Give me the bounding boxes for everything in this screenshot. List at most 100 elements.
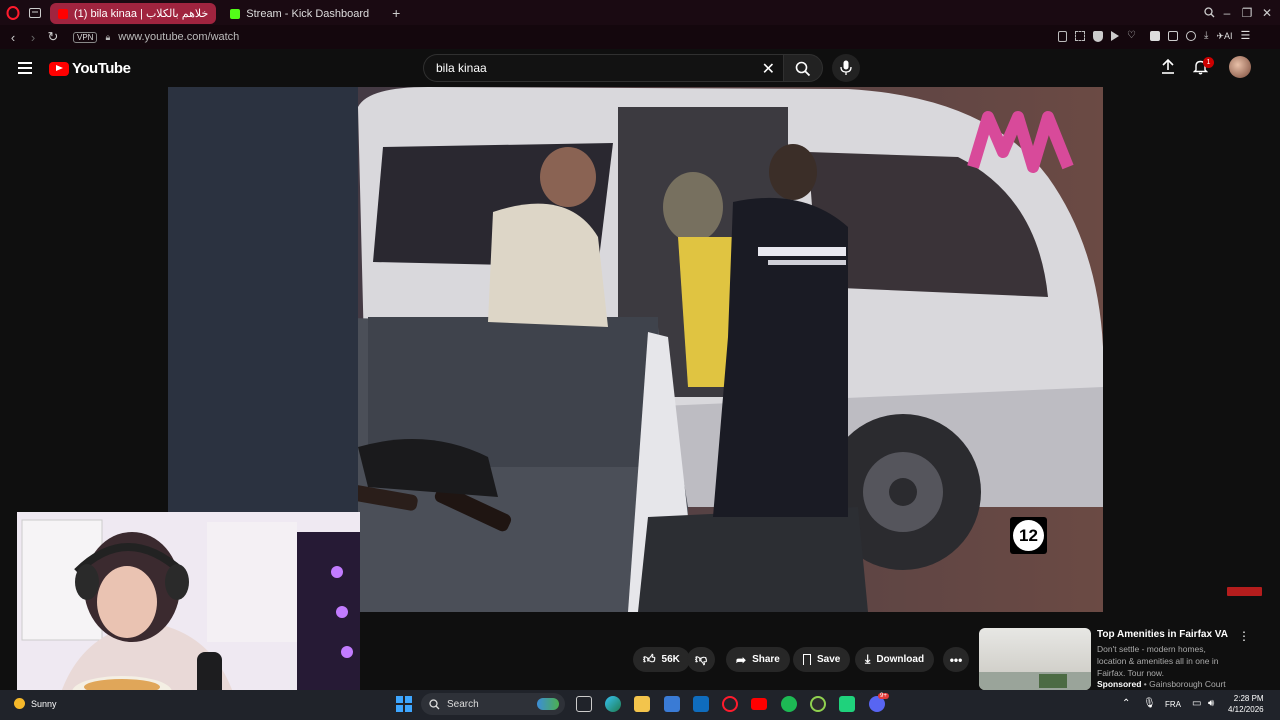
youtube-play-icon bbox=[49, 61, 69, 76]
address-bar: ‹ › ↻ VPN 🔒︎ www.youtube.com/watch ♡ ⤓ ✈… bbox=[0, 25, 1280, 49]
sun-icon bbox=[14, 698, 25, 709]
ai-label: AI bbox=[1223, 31, 1233, 41]
share-button[interactable]: ➦ Share bbox=[726, 647, 790, 672]
microphone-icon bbox=[840, 60, 852, 75]
forward-icon[interactable]: › bbox=[23, 30, 43, 45]
close-window-icon[interactable]: ✕ bbox=[1256, 2, 1278, 24]
ad-description: Don't settle - modern homes, location & … bbox=[1097, 644, 1219, 678]
download-label: Download bbox=[876, 654, 925, 665]
notification-count-badge: 1 bbox=[1203, 57, 1214, 68]
taskbar-search-label: Search bbox=[447, 698, 479, 710]
voice-search-button[interactable] bbox=[832, 54, 860, 82]
ad-title[interactable]: Top Amenities in Fairfax VA bbox=[1097, 629, 1228, 640]
discord-badge: 9+ bbox=[878, 693, 889, 699]
miniplayer-badge[interactable] bbox=[1227, 587, 1262, 596]
search-icon bbox=[795, 61, 811, 77]
hamburger-menu-icon[interactable] bbox=[18, 62, 32, 74]
ad-thumbnail[interactable] bbox=[979, 628, 1091, 690]
account-avatar[interactable] bbox=[1229, 56, 1251, 78]
upload-icon[interactable] bbox=[1161, 58, 1175, 74]
tab-switcher-icon[interactable] bbox=[24, 2, 46, 24]
age-rating-badge: 12 bbox=[1010, 517, 1047, 554]
tray-chevron-icon[interactable]: ⌃ bbox=[1122, 698, 1130, 709]
shield-icon[interactable] bbox=[1093, 31, 1103, 42]
lock-icon: 🔒︎ bbox=[105, 31, 111, 42]
snapshot-icon[interactable] bbox=[1075, 31, 1085, 41]
download-arrow-icon: ⤓ bbox=[865, 652, 871, 666]
search-icon bbox=[429, 698, 440, 709]
save-label: Save bbox=[817, 654, 841, 665]
ad-sponsor-line: Sponsored • Gainsborough Court bbox=[1097, 679, 1226, 689]
task-view-icon[interactable] bbox=[576, 696, 592, 712]
mail-icon[interactable] bbox=[693, 696, 709, 712]
clock-date: 4/12/2026 bbox=[1228, 705, 1264, 714]
download-button[interactable]: ⤓ Download bbox=[855, 647, 935, 672]
volume-icon[interactable]: 🔊︎ bbox=[1208, 698, 1214, 709]
vpn-badge[interactable]: VPN bbox=[73, 31, 98, 43]
player-icon[interactable] bbox=[1111, 31, 1119, 41]
profile-icon[interactable] bbox=[1185, 31, 1196, 41]
share-icon: ➦ bbox=[736, 652, 747, 667]
download-icon[interactable]: ⤓ bbox=[1204, 31, 1208, 42]
spotify-icon[interactable] bbox=[781, 696, 797, 712]
taskbar-search[interactable]: Search bbox=[421, 693, 565, 715]
kick-taskbar-icon[interactable] bbox=[839, 696, 855, 712]
save-button[interactable]: Save bbox=[793, 647, 851, 672]
clear-search-icon[interactable]: ✕ bbox=[762, 59, 775, 79]
file-explorer-icon[interactable] bbox=[634, 696, 650, 712]
more-actions-button[interactable]: ••• bbox=[943, 647, 969, 672]
pin-icon[interactable] bbox=[1058, 31, 1067, 42]
browser-tab-bar: (1) bila kinaa | خلاهم بالكلاب Stream - … bbox=[0, 0, 1280, 25]
weather-label: Sunny bbox=[31, 698, 57, 709]
tab-youtube[interactable]: (1) bila kinaa | خلاهم بالكلاب bbox=[50, 3, 217, 24]
thumbs-down-icon: 👎︎ bbox=[695, 652, 708, 666]
tab-label: Stream - Kick Dashboard bbox=[246, 7, 370, 20]
new-tab-button[interactable]: + bbox=[385, 2, 407, 24]
xbox-icon[interactable] bbox=[810, 696, 826, 712]
clock-time: 2:28 PM bbox=[1233, 694, 1264, 703]
age-rating-value: 12 bbox=[1013, 520, 1044, 551]
youtube-logo[interactable]: YouTube bbox=[49, 60, 131, 77]
restore-icon[interactable]: ❐ bbox=[1236, 2, 1258, 24]
bookmark-icon bbox=[803, 654, 811, 665]
start-button[interactable] bbox=[396, 696, 412, 712]
puzzle-icon[interactable] bbox=[1167, 31, 1178, 41]
reload-icon[interactable]: ↻ bbox=[43, 29, 63, 45]
youtube-favicon-icon bbox=[58, 8, 68, 19]
dislike-button[interactable]: 👎︎ bbox=[687, 647, 716, 672]
extension-icon[interactable] bbox=[1149, 31, 1160, 41]
network-icon[interactable]: ▭ bbox=[1192, 698, 1201, 709]
search-highlight-icon bbox=[537, 698, 559, 710]
like-button[interactable]: 👍︎ 56K bbox=[633, 647, 690, 672]
store-icon[interactable] bbox=[664, 696, 680, 712]
tab-kick-dashboard[interactable]: Stream - Kick Dashboard bbox=[222, 3, 377, 24]
ai-button[interactable]: ✈AI bbox=[1216, 31, 1232, 42]
search-value: bila kinaa bbox=[436, 61, 487, 75]
minimize-icon[interactable]: – bbox=[1216, 2, 1238, 24]
share-label: Share bbox=[752, 654, 780, 665]
kick-favicon-icon bbox=[230, 8, 241, 19]
opera-menu-icon[interactable] bbox=[2, 2, 24, 24]
system-clock[interactable]: 2:28 PM 4/12/2026 bbox=[1228, 693, 1264, 715]
microphone-tray-icon[interactable]: 🎙︎ bbox=[1143, 698, 1156, 709]
weather-widget[interactable]: Sunny bbox=[14, 698, 57, 709]
search-input[interactable]: bila kinaa ✕ bbox=[423, 54, 783, 82]
sponsored-label: Sponsored bbox=[1097, 679, 1142, 689]
tab-label: (1) bila kinaa | خلاهم بالكلاب bbox=[74, 8, 209, 20]
opera-taskbar-icon[interactable] bbox=[722, 696, 738, 712]
back-icon[interactable]: ‹ bbox=[3, 30, 23, 45]
menu-icon[interactable]: ☰ bbox=[1240, 31, 1250, 42]
heart-icon[interactable]: ♡ bbox=[1127, 31, 1136, 42]
like-count: 56K bbox=[661, 654, 680, 665]
ad-menu-icon[interactable]: ⋮ bbox=[1238, 629, 1250, 643]
youtube-header: YouTube bila kinaa ✕ 1 bbox=[0, 49, 1280, 87]
search-button[interactable] bbox=[783, 54, 823, 82]
advertiser-name: Gainsborough Court bbox=[1149, 679, 1226, 689]
url-field[interactable]: www.youtube.com/watch bbox=[118, 31, 239, 43]
youtube-taskbar-icon[interactable] bbox=[751, 698, 767, 710]
youtube-logo-text: YouTube bbox=[72, 60, 131, 77]
language-indicator[interactable]: FRA bbox=[1165, 700, 1181, 709]
edge-icon[interactable] bbox=[605, 696, 621, 712]
webcam-feed bbox=[17, 512, 360, 705]
thumbs-up-icon: 👍︎ bbox=[643, 652, 656, 666]
